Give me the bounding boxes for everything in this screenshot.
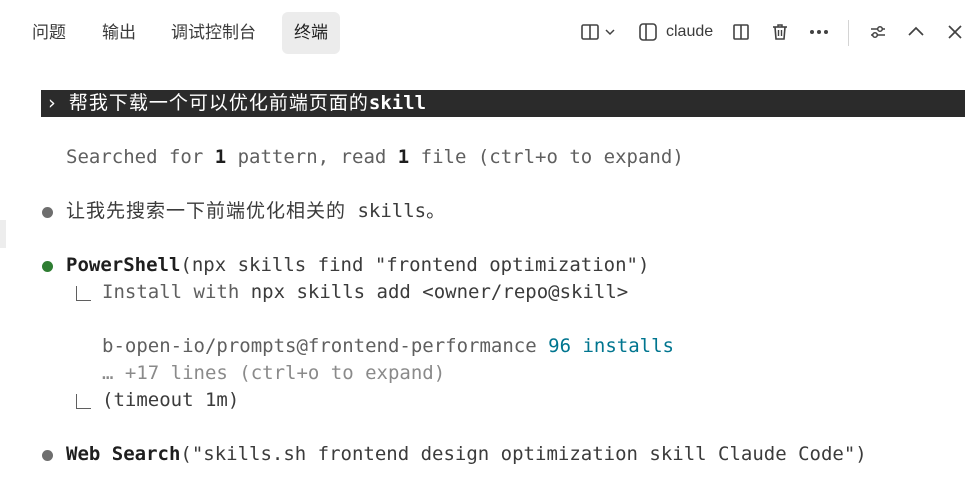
assistant-message: 让我先搜索一下前端优化相关的 skills。 — [66, 200, 447, 222]
result-item: b-open-io/prompts@frontend-performance 9… — [102, 335, 674, 357]
tab-terminal[interactable]: 终端 — [282, 12, 340, 54]
searched-summary[interactable]: Searched for 1 pattern, read 1 file (ctr… — [66, 144, 684, 171]
split-terminal-icon[interactable] — [727, 18, 755, 46]
toolbar-separator — [848, 20, 849, 46]
tree-connector — [76, 394, 91, 409]
prompt-text-en: skill — [368, 92, 427, 114]
web-search-call: Web Search("skills.sh frontend design op… — [66, 443, 867, 465]
tree-connector — [76, 286, 91, 301]
trash-icon[interactable] — [766, 18, 794, 46]
powershell-call: PowerShell(npx skills find "frontend opt… — [66, 254, 650, 276]
pending-bullet — [42, 450, 53, 461]
chevron-down-icon[interactable] — [600, 18, 620, 46]
user-prompt: › 帮我下载一个可以优化前端页面的skill — [46, 90, 426, 117]
terminal-output[interactable]: › 帮我下载一个可以优化前端页面的skill Searched for 1 pa… — [0, 64, 972, 501]
collapsed-lines[interactable]: … +17 lines (ctrl+o to expand) — [102, 360, 445, 387]
prompt-text-cn: 帮我下载一个可以优化前端页面的 — [68, 92, 369, 114]
success-bullet — [42, 261, 53, 272]
chevron-up-icon[interactable] — [902, 18, 930, 46]
settings-sliders-icon[interactable] — [864, 18, 892, 46]
terminal-panel-icon[interactable] — [634, 18, 662, 46]
tab-output[interactable]: 输出 — [102, 12, 136, 54]
timeout-note: (timeout 1m) — [102, 389, 240, 411]
terminal-name-label[interactable]: claude — [666, 18, 713, 46]
message-bullet — [42, 207, 53, 218]
prompt-marker: › — [46, 92, 58, 114]
more-icon[interactable] — [805, 18, 833, 46]
panel-tabbar: 问题 输出 调试控制台 终端 claude — [0, 0, 972, 64]
left-edge-accent — [0, 220, 6, 248]
install-hint: Install with npx skills add <owner/repo@… — [102, 281, 629, 303]
close-icon[interactable] — [941, 18, 969, 46]
tab-debug-console[interactable]: 调试控制台 — [171, 12, 256, 54]
tab-problems[interactable]: 问题 — [32, 12, 66, 54]
